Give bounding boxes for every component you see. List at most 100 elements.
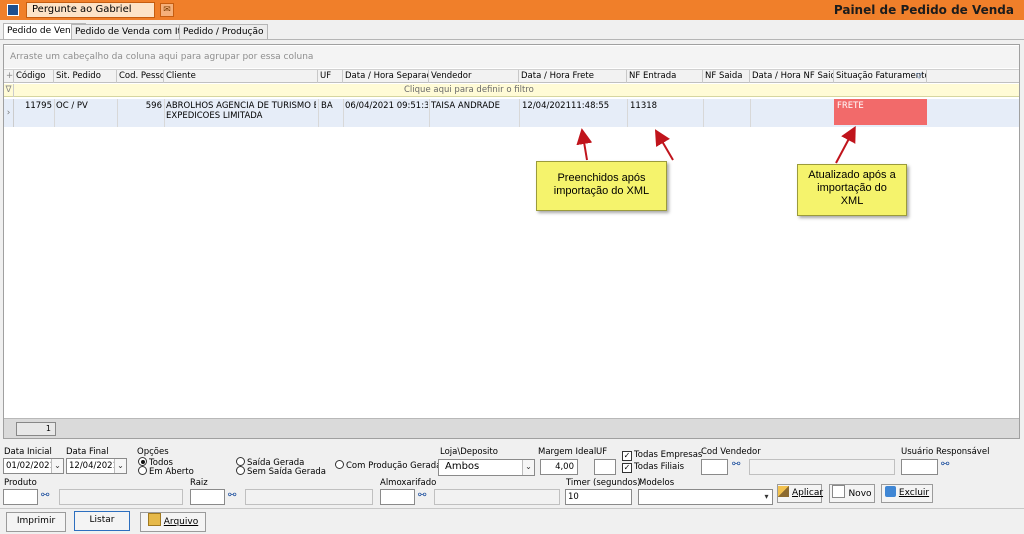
radio-com-producao[interactable]: Com Produção Gerada <box>335 460 441 471</box>
toolbar-divider <box>0 508 1024 509</box>
radio-label: Com Produção Gerada <box>346 461 442 471</box>
usuario-label: Usuário Responsável <box>901 447 990 457</box>
imprimir-button[interactable]: Imprimir <box>6 512 66 532</box>
produto-desc-field <box>59 489 183 505</box>
app-icon <box>7 4 19 16</box>
cell-nf-entrada: 11318 <box>630 101 658 111</box>
note-line: Atualizado após a <box>808 169 896 181</box>
checkbox-label: Todas Empresas <box>634 450 703 460</box>
binoculars-icon[interactable]: ⚯ <box>732 459 740 470</box>
raiz-desc-field <box>245 489 373 505</box>
column-header-sit-pedido[interactable]: Sit. Pedido <box>54 70 117 83</box>
novo-button[interactable]: Novo <box>829 484 875 503</box>
column-header-nf-saida[interactable]: NF Saida <box>703 70 750 83</box>
produto-field[interactable] <box>3 489 38 505</box>
margem-field[interactable]: 4,00 <box>540 459 578 475</box>
almoxarifado-desc-field <box>434 489 560 505</box>
col-divider <box>164 99 165 127</box>
modelos-select[interactable]: ▾ <box>638 489 773 505</box>
folder-icon <box>147 513 161 526</box>
column-header-cod-pessoa[interactable]: Cod. Pessoa <box>117 70 164 83</box>
cell-situacao-faturamento: FRETE <box>837 101 864 111</box>
radio-icon <box>335 460 344 469</box>
binoculars-icon[interactable]: ⚯ <box>228 490 236 501</box>
column-header-nf-entrada[interactable]: NF Entrada <box>627 70 703 83</box>
opcoes-label: Opções <box>137 447 169 457</box>
header-indicator: + <box>6 70 14 83</box>
col-divider <box>54 99 55 127</box>
almoxarifado-label: Almoxarifado <box>380 478 437 488</box>
loja-label: Loja\Deposito <box>440 447 498 457</box>
table-row[interactable]: › 11795 OC / PV 596 ABROLHOS AGENCIA DE … <box>4 99 1019 127</box>
arquivo-label: Arquivo <box>163 517 199 527</box>
filter-icon: ∇ <box>4 84 14 97</box>
loja-select[interactable]: Ambos ⌄ <box>438 459 535 476</box>
checkbox-checked-icon: ✓ <box>622 463 632 473</box>
column-header-codigo[interactable]: Código <box>14 70 54 83</box>
radio-selected-icon <box>138 457 147 466</box>
timer-field[interactable]: 10 <box>565 489 632 505</box>
grid-footer: 1 <box>4 418 1019 438</box>
col-divider <box>429 99 430 127</box>
chevron-down-icon[interactable]: ⌄ <box>522 460 534 475</box>
ask-gabriel-button[interactable]: ✉ <box>160 3 174 17</box>
group-by-panel[interactable]: Arraste um cabeçalho da coluna aqui para… <box>4 46 1019 68</box>
usuario-field[interactable] <box>901 459 938 475</box>
tab-divider <box>0 39 1024 40</box>
arquivo-button[interactable]: Arquivo <box>140 512 206 532</box>
vendedor-name-field <box>749 459 895 475</box>
column-header-data-frete[interactable]: Data / Hora Frete <box>519 70 627 83</box>
timer-label: Timer (segundos) <box>566 478 641 488</box>
binoculars-icon[interactable]: ⚯ <box>41 490 49 501</box>
checkbox-checked-icon: ✓ <box>622 451 632 461</box>
data-inicial-field[interactable]: 01/02/2021 ⌄ <box>3 458 64 474</box>
novo-label: Novo <box>848 489 872 499</box>
radio-em-aberto[interactable]: Em Aberto <box>138 466 194 477</box>
cell-cliente-line1: ABROLHOS AGENCIA DE TURISMO E <box>166 101 316 111</box>
col-divider <box>343 99 344 127</box>
note-line: XML <box>840 195 864 207</box>
column-header-data-nf-saida[interactable]: Data / Hora NF Saida <box>750 70 834 83</box>
filter-funnel-icon[interactable]: ▽ <box>916 71 922 80</box>
aplicar-label: Aplicar <box>792 488 824 498</box>
column-header-data-separacao[interactable]: Data / Hora Separação <box>343 70 429 83</box>
data-final-label: Data Final <box>66 447 109 457</box>
tab-pedido-producao[interactable]: Pedido / Produção <box>179 24 268 40</box>
filter-row[interactable]: ∇ Clique aqui para definir o filtro <box>4 84 1019 97</box>
chevron-down-icon[interactable]: ⌄ <box>51 459 63 473</box>
column-header-vendedor[interactable]: Vendedor <box>429 70 519 83</box>
cell-cod-pessoa: 596 <box>145 101 162 111</box>
binoculars-icon[interactable]: ⚯ <box>418 490 426 501</box>
data-final-field[interactable]: 12/04/2021 ⌄ <box>66 458 127 474</box>
cell-data-frete: 12/04/202111:48:55 <box>522 101 610 111</box>
data-inicial-value: 01/02/2021 <box>6 461 55 471</box>
ask-gabriel-field[interactable]: Pergunte ao Gabriel <box>26 2 155 18</box>
raiz-field[interactable] <box>190 489 225 505</box>
data-final-value: 12/04/2021 <box>69 461 118 471</box>
binoculars-icon[interactable]: ⚯ <box>941 459 949 470</box>
aplicar-button[interactable]: Aplicar <box>777 484 824 503</box>
radio-sem-saida[interactable]: Sem Saída Gerada <box>236 466 326 477</box>
note-line: importação do <box>817 182 887 194</box>
excluir-label: Excluir <box>898 488 930 498</box>
column-header-uf[interactable]: UF <box>318 70 343 83</box>
todas-filiais-checkbox[interactable]: ✓ Todas Filiais <box>622 462 684 473</box>
uf-field[interactable] <box>594 459 616 475</box>
almoxarifado-field[interactable] <box>380 489 415 505</box>
column-header-cliente[interactable]: Cliente <box>164 70 318 83</box>
cod-vendedor-field[interactable] <box>701 459 728 475</box>
cell-sit-pedido: OC / PV <box>56 101 88 111</box>
grid-header: + Código Sit. Pedido Cod. Pessoa Cliente… <box>4 69 1019 83</box>
excluir-button[interactable]: Excluir <box>881 484 933 503</box>
modelos-label: Modelos <box>639 478 675 488</box>
column-header-situacao-faturamento[interactable]: Situação Faturamento <box>834 70 927 83</box>
chevron-down-icon[interactable]: ⌄ <box>114 459 126 473</box>
todas-empresas-checkbox[interactable]: ✓ Todas Empresas <box>622 450 702 461</box>
note-line: importação do XML <box>553 185 650 197</box>
dropdown-arrow-icon[interactable]: ▾ <box>761 490 772 504</box>
radio-icon <box>138 466 147 475</box>
note-line: Preenchidos após <box>557 172 646 184</box>
listar-button[interactable]: Listar <box>74 511 130 531</box>
cell-cliente-line2: EXPEDICOES LIMITADA <box>166 111 263 121</box>
delete-icon <box>884 486 896 497</box>
